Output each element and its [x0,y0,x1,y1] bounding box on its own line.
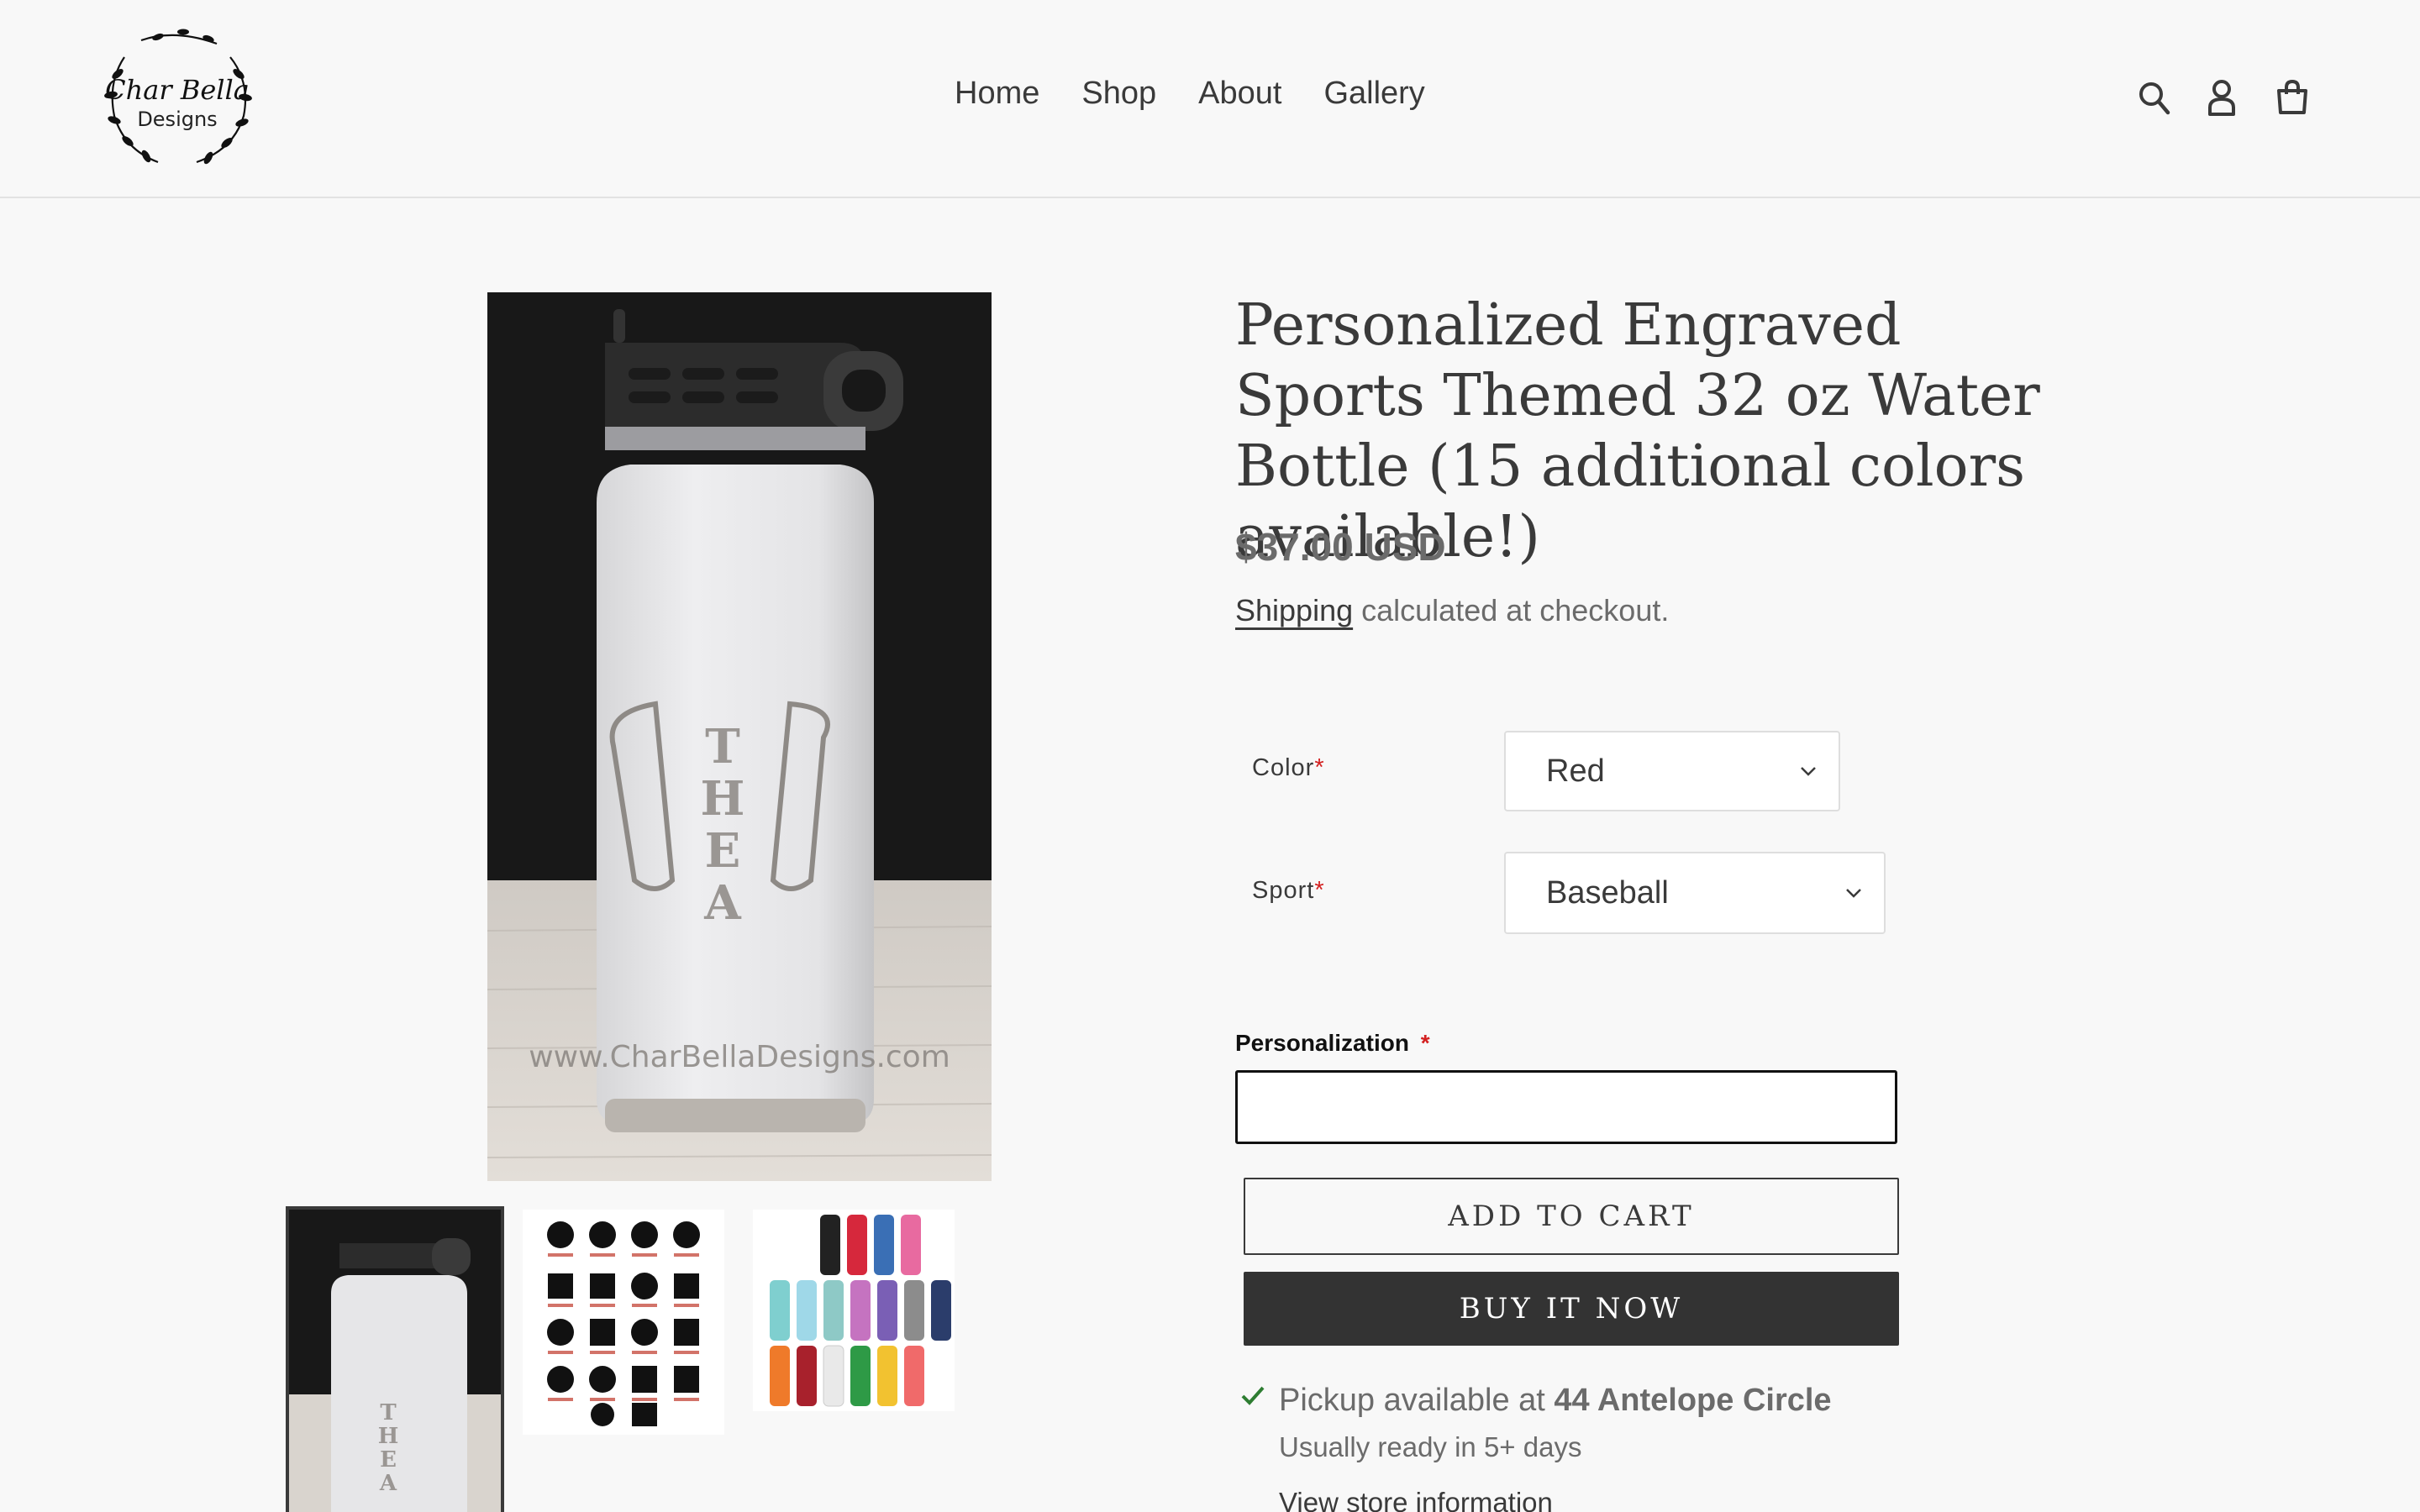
nav-about[interactable]: About [1198,76,1281,112]
personalization-label-text: Personalization [1235,1030,1409,1056]
personalization-label: Personalization * [1235,1030,1430,1057]
pickup-ready-time: Usually ready in 5+ days [1279,1431,1582,1462]
chevron-down-icon [1801,767,1816,776]
color-label-text: Color [1252,754,1315,781]
svg-text:T: T [380,1400,397,1425]
color-select-value: Red [1546,753,1605,789]
buy-it-now-button[interactable]: BUY IT NOW [1244,1272,1899,1346]
product-price: $37.00 USD [1235,525,1446,569]
sport-select-value: Baseball [1546,874,1669,911]
nav-home[interactable]: Home [955,76,1039,112]
nav-shop[interactable]: Shop [1081,76,1156,112]
cart-icon[interactable] [2275,79,2309,116]
svg-text:T: T [705,719,740,774]
nav-gallery[interactable]: Gallery [1323,76,1424,112]
thumbnail-bottle-photo[interactable]: THEA [286,1206,504,1512]
svg-text:H: H [378,1424,399,1449]
view-store-info-link[interactable]: View store information [1279,1487,1553,1512]
personalization-input[interactable] [1235,1070,1897,1144]
color-select[interactable]: Red [1504,731,1840,811]
required-marker: * [1314,754,1325,781]
product-main-image[interactable]: T H E A www.CharBellaDesigns.com [487,292,992,1181]
sport-label-text: Sport [1252,877,1315,904]
account-icon[interactable] [2207,79,2237,116]
pickup-availability: Pickup available at 44 Antelope Circle [1279,1383,1832,1419]
shipping-link[interactable]: Shipping [1235,593,1353,627]
svg-text:H: H [701,771,745,827]
shipping-note-text: calculated at checkout. [1353,593,1670,627]
svg-text:A: A [703,875,742,931]
add-to-cart-button[interactable]: ADD TO CART [1244,1178,1899,1255]
required-marker: * [1420,1030,1430,1056]
color-label: Color* [1252,754,1325,782]
brand-name: Char Bella [105,74,250,106]
shipping-note: Shipping calculated at checkout. [1235,593,1669,628]
svg-text:E: E [705,823,741,879]
chevron-down-icon [1846,889,1861,898]
sport-select[interactable]: Baseball [1504,852,1886,934]
site-header: Char Bella Designs Home Shop About Galle… [0,0,2420,198]
sport-label: Sport* [1252,877,1325,905]
brand-logo[interactable]: Char Bella Designs [91,24,264,175]
svg-text:E: E [380,1447,397,1473]
pickup-location: 44 Antelope Circle [1554,1383,1832,1418]
main-nav: Home Shop About Gallery [955,76,1425,112]
svg-text:A: A [379,1471,397,1496]
search-icon[interactable] [2138,79,2171,116]
checkmark-icon [1241,1386,1265,1405]
watermark-text: www.CharBellaDesigns.com [529,1040,950,1074]
required-marker: * [1314,877,1325,904]
thumbnail-bottle-colors[interactable] [753,1210,955,1411]
brand-subname: Designs [137,108,218,131]
thumbnail-sports-designs[interactable] [523,1210,724,1435]
pickup-prefix: Pickup available at [1279,1383,1555,1418]
